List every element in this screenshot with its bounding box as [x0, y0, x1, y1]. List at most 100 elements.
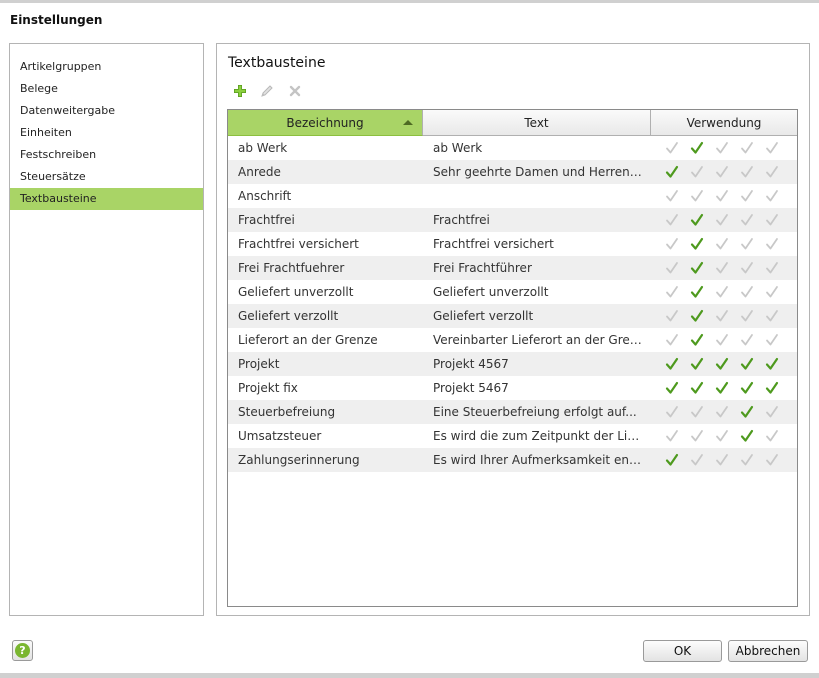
checkmark-inactive-icon[interactable] [765, 165, 779, 179]
checkmark-inactive-icon[interactable] [690, 453, 704, 467]
checkmark-active-icon[interactable] [740, 357, 754, 371]
checkmark-inactive-icon[interactable] [765, 405, 779, 419]
checkmark-active-icon[interactable] [690, 357, 704, 371]
checkmark-inactive-icon[interactable] [765, 333, 779, 347]
checkmark-active-icon[interactable] [740, 405, 754, 419]
checkmark-inactive-icon[interactable] [765, 261, 779, 275]
nav-item-belege[interactable]: Belege [10, 78, 203, 100]
checkmark-active-icon[interactable] [740, 429, 754, 443]
help-button[interactable]: ? [12, 640, 33, 661]
cancel-button[interactable]: Abbrechen [728, 640, 808, 662]
checkmark-inactive-icon[interactable] [765, 429, 779, 443]
table-row[interactable]: Geliefert verzollt Geliefert verzollt [228, 304, 797, 328]
checkmark-active-icon[interactable] [690, 237, 704, 251]
add-button[interactable] [232, 83, 248, 99]
checkmark-active-icon[interactable] [665, 357, 679, 371]
checkmark-inactive-icon[interactable] [715, 261, 729, 275]
checkmark-inactive-icon[interactable] [715, 213, 729, 227]
table-row[interactable]: Frei Frachtfuehrer Frei Frachtführer [228, 256, 797, 280]
checkmark-inactive-icon[interactable] [765, 141, 779, 155]
delete-button[interactable] [287, 83, 303, 99]
checkmark-active-icon[interactable] [690, 309, 704, 323]
checkmark-inactive-icon[interactable] [665, 237, 679, 251]
table-row[interactable]: Anrede Sehr geehrte Damen und Herren,... [228, 160, 797, 184]
checkmark-active-icon[interactable] [690, 381, 704, 395]
checkmark-inactive-icon[interactable] [665, 189, 679, 203]
edit-button[interactable] [259, 83, 275, 99]
table-row[interactable]: Zahlungserinnerung Es wird Ihrer Aufmerks… [228, 448, 797, 472]
checkmark-inactive-icon[interactable] [765, 189, 779, 203]
checkmark-inactive-icon[interactable] [740, 285, 754, 299]
checkmark-inactive-icon[interactable] [715, 453, 729, 467]
checkmark-inactive-icon[interactable] [690, 429, 704, 443]
table-row[interactable]: Projekt Projekt 4567 [228, 352, 797, 376]
nav-item-einheiten[interactable]: Einheiten [10, 122, 203, 144]
checkmark-inactive-icon[interactable] [715, 333, 729, 347]
checkmark-inactive-icon[interactable] [715, 189, 729, 203]
table-row[interactable]: Geliefert unverzollt Geliefert unverzollt [228, 280, 797, 304]
checkmark-inactive-icon[interactable] [665, 429, 679, 443]
checkmark-active-icon[interactable] [690, 333, 704, 347]
table-row[interactable]: Lieferort an der Grenze Vereinbarter Lief… [228, 328, 797, 352]
checkmark-inactive-icon[interactable] [765, 285, 779, 299]
checkmark-inactive-icon[interactable] [690, 405, 704, 419]
checkmark-inactive-icon[interactable] [665, 285, 679, 299]
table-row[interactable]: Steuerbefreiung Eine Steuerbefreiung erfo… [228, 400, 797, 424]
checkmark-inactive-icon[interactable] [740, 237, 754, 251]
checkmark-active-icon[interactable] [715, 357, 729, 371]
checkmark-active-icon[interactable] [765, 381, 779, 395]
checkmark-inactive-icon[interactable] [740, 165, 754, 179]
checkmark-active-icon[interactable] [690, 285, 704, 299]
ok-button[interactable]: OK [643, 640, 722, 662]
checkmark-inactive-icon[interactable] [740, 309, 754, 323]
checkmark-inactive-icon[interactable] [665, 405, 679, 419]
checkmark-inactive-icon[interactable] [665, 309, 679, 323]
checkmark-inactive-icon[interactable] [740, 453, 754, 467]
nav-item-artikelgruppen[interactable]: Artikelgruppen [10, 56, 203, 78]
checkmark-inactive-icon[interactable] [740, 189, 754, 203]
checkmark-inactive-icon[interactable] [715, 285, 729, 299]
checkmark-active-icon[interactable] [665, 165, 679, 179]
checkmark-active-icon[interactable] [690, 141, 704, 155]
checkmark-inactive-icon[interactable] [765, 213, 779, 227]
checkmark-active-icon[interactable] [765, 357, 779, 371]
checkmark-active-icon[interactable] [665, 381, 679, 395]
checkmark-inactive-icon[interactable] [715, 237, 729, 251]
checkmark-inactive-icon[interactable] [765, 309, 779, 323]
checkmark-inactive-icon[interactable] [690, 165, 704, 179]
checkmark-inactive-icon[interactable] [715, 165, 729, 179]
checkmark-inactive-icon[interactable] [715, 405, 729, 419]
checkmark-inactive-icon[interactable] [740, 141, 754, 155]
nav-item-steuersätze[interactable]: Steuersätze [10, 166, 203, 188]
checkmark-inactive-icon[interactable] [740, 333, 754, 347]
table-row[interactable]: Frachtfrei Frachtfrei [228, 208, 797, 232]
checkmark-inactive-icon[interactable] [715, 429, 729, 443]
checkmark-inactive-icon[interactable] [740, 213, 754, 227]
checkmark-inactive-icon[interactable] [665, 141, 679, 155]
table-row[interactable]: Frachtfrei versichert Frachtfrei versiche… [228, 232, 797, 256]
checkmark-inactive-icon[interactable] [690, 189, 704, 203]
checkmark-active-icon[interactable] [690, 261, 704, 275]
table-row[interactable]: ab Werk ab Werk [228, 136, 797, 160]
table-row[interactable]: Umsatzsteuer Es wird die zum Zeitpunkt de… [228, 424, 797, 448]
nav-item-textbausteine[interactable]: Textbausteine [10, 188, 203, 210]
checkmark-inactive-icon[interactable] [740, 261, 754, 275]
checkmark-inactive-icon[interactable] [765, 453, 779, 467]
checkmark-active-icon[interactable] [690, 213, 704, 227]
nav-item-festschreiben[interactable]: Festschreiben [10, 144, 203, 166]
checkmark-active-icon[interactable] [740, 381, 754, 395]
checkmark-inactive-icon[interactable] [665, 213, 679, 227]
nav-item-datenweitergabe[interactable]: Datenweitergabe [10, 100, 203, 122]
checkmark-inactive-icon[interactable] [665, 261, 679, 275]
checkmark-active-icon[interactable] [665, 453, 679, 467]
checkmark-inactive-icon[interactable] [765, 237, 779, 251]
checkmark-inactive-icon[interactable] [665, 333, 679, 347]
column-header-text[interactable]: Text [423, 110, 651, 136]
checkmark-inactive-icon[interactable] [715, 309, 729, 323]
table-row[interactable]: Projekt fix Projekt 5467 [228, 376, 797, 400]
checkmark-inactive-icon[interactable] [715, 141, 729, 155]
table-row[interactable]: Anschrift [228, 184, 797, 208]
column-header-verwendung[interactable]: Verwendung [651, 110, 797, 136]
checkmark-active-icon[interactable] [715, 381, 729, 395]
column-header-bezeichnung[interactable]: Bezeichnung [228, 110, 423, 136]
